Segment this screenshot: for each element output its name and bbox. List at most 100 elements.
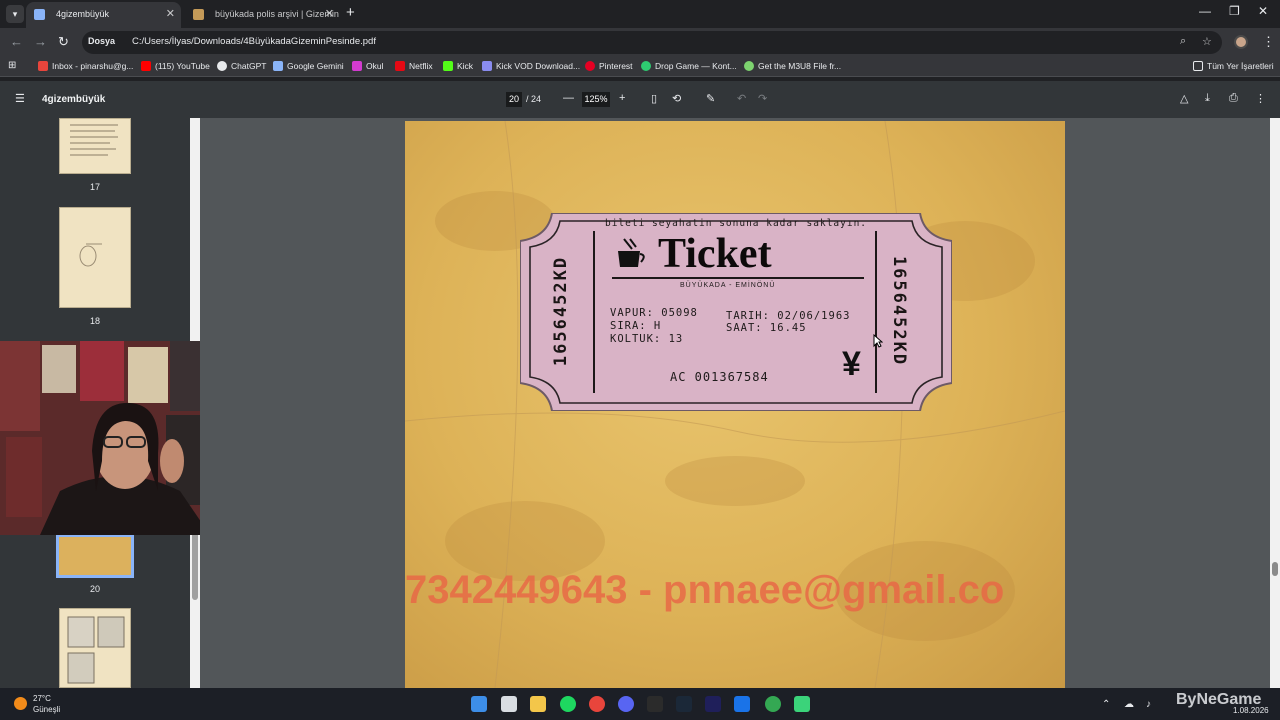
ticket-tarih: TARIH: 02/06/1963 — [726, 310, 851, 322]
window-close-icon[interactable]: ✕ — [1258, 4, 1268, 18]
ticket-note: bileti seyahatin sonuna kadar saklayın. — [604, 218, 868, 229]
bookmark-item[interactable]: Netflix — [395, 61, 433, 71]
tray-arrow-icon[interactable]: ⌃ — [1102, 699, 1110, 710]
page-total: / 24 — [526, 94, 542, 104]
maximize-icon[interactable]: ❐ — [1229, 4, 1240, 18]
email-watermark: 7342449643 - pnnaee@gmail.co — [405, 568, 1005, 612]
epic-games-icon[interactable] — [647, 696, 663, 712]
file-explorer-icon[interactable] — [530, 696, 546, 712]
bookmark-item[interactable]: Drop Game — Kont... — [641, 61, 737, 71]
app-icon[interactable] — [794, 696, 810, 712]
bookmark-item[interactable]: (115) YouTube — [141, 61, 210, 71]
kick-vod-icon — [482, 61, 492, 71]
page-thumbnail[interactable] — [59, 608, 131, 688]
download-icon[interactable]: ⤓ — [1205, 92, 1210, 105]
forward-icon[interactable]: → — [34, 34, 47, 49]
tab-inactive[interactable]: büyükada polis arşivi | Gizemin ✕ — [185, 2, 340, 28]
viewer-scroll-thumb[interactable] — [1272, 562, 1278, 576]
windows-icon[interactable] — [471, 696, 487, 712]
page-thumbnail[interactable] — [59, 118, 131, 174]
bookmark-item[interactable]: Kick VOD Download... — [482, 61, 580, 71]
zoom-out-icon[interactable]: — — [563, 92, 574, 104]
page-number-input[interactable]: 20 — [506, 92, 522, 107]
chrome-active-icon[interactable] — [765, 696, 781, 712]
star-icon[interactable]: ☆ — [1202, 35, 1212, 48]
after-effects-icon[interactable] — [705, 696, 721, 712]
redo-icon[interactable]: ↷ — [758, 92, 767, 105]
apps-icon[interactable]: ⊞ — [8, 60, 16, 71]
address-bar-row: ← → ↻ Dosya C:/Users/İlyas/Downloads/4Bü… — [0, 28, 1280, 57]
spotify-icon[interactable] — [560, 696, 576, 712]
security-chip[interactable]: Dosya — [88, 36, 115, 46]
steam-icon[interactable] — [676, 696, 692, 712]
url-text[interactable]: C:/Users/İlyas/Downloads/4BüyükadaGizemi… — [132, 36, 376, 47]
minimize-icon[interactable]: — — [1199, 4, 1211, 18]
bookmark-item[interactable]: Google Gemini — [273, 61, 344, 71]
close-icon[interactable]: ✕ — [166, 2, 175, 26]
bookmark-item[interactable]: ChatGPT — [217, 61, 266, 71]
rotate-icon[interactable]: ⟲ — [672, 92, 681, 105]
undo-icon[interactable]: ↶ — [737, 92, 746, 105]
gemini-icon — [273, 61, 283, 71]
network-icon[interactable]: ☁ — [1124, 699, 1134, 710]
thumbnail-figure — [79, 243, 102, 267]
tab-active[interactable]: 4gizembüyük ✕ — [26, 2, 181, 28]
page-thumbnail-selected[interactable] — [56, 534, 134, 578]
mic-icon[interactable]: ♪ — [1146, 699, 1151, 710]
site-icon — [193, 9, 204, 20]
page-thumbnail[interactable] — [59, 207, 131, 308]
pdf-title: 4gizembüyük — [42, 94, 106, 105]
tab-title: 4gizembüyük — [56, 9, 110, 19]
outlook-icon[interactable] — [734, 696, 750, 712]
print-icon[interactable]: ⎙ — [1229, 92, 1238, 105]
zoom-input[interactable]: 125% — [582, 92, 610, 107]
bookmark-item[interactable]: Inbox - pinarshu@g... — [38, 61, 133, 71]
bookmarks-bar: ⊞ Inbox - pinarshu@g... (115) YouTube Ch… — [0, 57, 1280, 77]
zoom-icon[interactable]: ⌕ — [1180, 35, 1186, 48]
ticket-sira: SIRA: H — [610, 320, 662, 332]
more-icon[interactable]: ⋮ — [1255, 92, 1266, 105]
annotate-icon[interactable]: ✎ — [706, 92, 715, 105]
omnibox[interactable]: Dosya C:/Users/İlyas/Downloads/4Büyükada… — [82, 31, 1222, 54]
bookmark-item[interactable]: Kick — [443, 61, 473, 71]
ticket-title: Ticket — [658, 231, 772, 277]
discord-icon[interactable] — [618, 696, 634, 712]
ticket-koltuk: KOLTUK: 13 — [610, 333, 684, 345]
fit-page-icon[interactable]: ▯ — [651, 92, 657, 105]
drive-icon[interactable]: △ — [1180, 92, 1188, 105]
reload-icon[interactable]: ↻ — [58, 34, 69, 50]
mouse-cursor-icon — [873, 334, 883, 348]
tab-search-icon[interactable]: ▾ — [6, 5, 24, 23]
more-icon[interactable]: ⋮ — [1262, 34, 1275, 50]
close-icon[interactable]: ✕ — [325, 2, 334, 26]
menu-icon[interactable]: ☰ — [15, 92, 25, 105]
bookmark-item[interactable]: Okul — [352, 61, 383, 71]
page-thumbnail-number: 18 — [89, 316, 100, 326]
school-icon — [352, 61, 362, 71]
ticket-divider — [612, 277, 864, 279]
avatar[interactable] — [1234, 35, 1248, 49]
thumbnail-photos — [67, 616, 125, 684]
thumbnail-text-lines — [70, 124, 118, 156]
back-icon[interactable]: ← — [10, 34, 23, 49]
ticket-saat: SAAT: 16.45 — [726, 322, 807, 334]
new-tab-icon[interactable]: + — [346, 4, 355, 21]
all-bookmarks[interactable]: Tüm Yer İşaretleri — [1193, 61, 1274, 71]
zoom-in-icon[interactable]: + — [619, 92, 625, 104]
yen-symbol: ¥ — [842, 345, 861, 383]
bookmark-item[interactable]: Pinterest — [585, 61, 633, 71]
youtube-icon — [141, 61, 151, 71]
page-thumbnail-number: 17 — [89, 182, 100, 192]
folder-icon — [1193, 61, 1203, 71]
gmail-icon — [38, 61, 48, 71]
viewer-scrollbar[interactable] — [1270, 118, 1280, 688]
kick-icon — [443, 61, 453, 71]
weather-desc: Güneşli — [33, 705, 61, 714]
tab-bar: ▾ 4gizembüyük ✕ büyükada polis arşivi | … — [0, 0, 1280, 28]
netflix-icon — [395, 61, 405, 71]
bookmark-item[interactable]: Get the M3U8 File fr... — [744, 61, 841, 71]
chrome-icon[interactable] — [589, 696, 605, 712]
sun-icon[interactable] — [14, 697, 27, 710]
globe-icon — [34, 9, 45, 20]
taskview-icon[interactable] — [501, 696, 517, 712]
